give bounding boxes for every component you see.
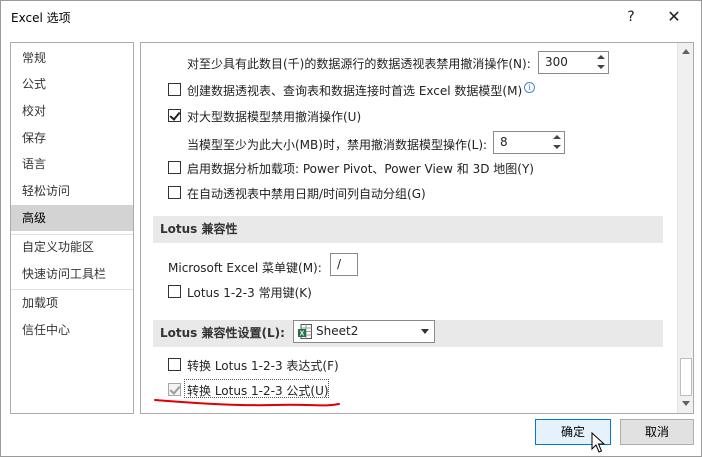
nav-item-addins[interactable]: 加载项 <box>11 290 133 316</box>
undo-rows-spinner[interactable]: 300 <box>538 51 609 74</box>
create-model-checkbox[interactable] <box>168 83 181 96</box>
options-nav: 常规 公式 校对 保存 语言 轻松访问 高级 自定义功能区 快速访问工具栏 加载… <box>10 42 134 414</box>
svg-text:X: X <box>300 331 305 338</box>
disable-undo-large-checkbox[interactable] <box>168 109 181 122</box>
undo-rows-value: 300 <box>545 55 568 69</box>
nav-keys-checkbox[interactable] <box>168 285 181 298</box>
nav-item-customize-ribbon[interactable]: 自定义功能区 <box>11 234 133 260</box>
close-button[interactable]: ✕ <box>661 5 687 29</box>
nav-item-advanced[interactable]: 高级 <box>11 205 133 231</box>
scroll-down-icon[interactable] <box>682 401 690 406</box>
sheet-select-value: Sheet2 <box>316 324 359 338</box>
nav-item-save[interactable]: 保存 <box>11 125 133 151</box>
excel-sheet-icon: X <box>298 324 312 339</box>
spinner-up-icon[interactable] <box>597 55 605 59</box>
cancel-button[interactable]: 取消 <box>620 419 694 445</box>
vertical-scrollbar[interactable] <box>677 43 693 413</box>
nav-keys-label: Lotus 1-2-3 常用键(K) <box>187 286 312 300</box>
sheet-select[interactable]: X Sheet2 <box>293 320 435 343</box>
dialog-title: Excel 选项 <box>11 11 71 25</box>
nav-item-general[interactable]: 常规 <box>11 45 133 71</box>
info-icon: i <box>524 82 535 93</box>
nav-item-trust-center[interactable]: 信任中心 <box>11 317 133 343</box>
spinner-up-icon[interactable] <box>553 135 561 139</box>
model-size-label: 当模型至少为此大小(MB)时，禁用撤消数据模型操作(L): <box>187 138 488 152</box>
disable-autogroup-checkbox[interactable] <box>168 186 181 199</box>
nav-item-accessibility[interactable]: 轻松访问 <box>11 178 133 204</box>
model-size-spinner[interactable]: 8 <box>493 131 565 154</box>
red-annotation-underline <box>154 399 340 407</box>
lotus-settings-label: Lotus 兼容性设置(L): <box>160 326 285 340</box>
advanced-options-panel: 对至少具有此数目(千)的数据源行的数据透视表禁用撤消操作(N): 300 创建数… <box>140 42 694 414</box>
spinner-down-icon[interactable] <box>553 145 561 149</box>
scroll-up-icon[interactable] <box>682 49 690 54</box>
disable-undo-large-label: 对大型数据模型禁用撤消操作(U) <box>187 110 362 124</box>
create-model-label: 创建数据透视表、查询表和数据连接时首选 Excel 数据模型(M) <box>187 84 523 98</box>
chevron-down-icon[interactable] <box>421 329 429 334</box>
excel-options-dialog: Excel 选项 ? ✕ 常规 公式 校对 保存 语言 轻松访问 高级 自定义功… <box>0 0 702 457</box>
disable-autogroup-label: 在自动透视表中禁用日期/时间列自动分组(G) <box>187 187 426 201</box>
enable-addins-label: 启用数据分析加载项: Power Pivot、Power View 和 3D 地… <box>187 162 534 176</box>
menu-key-value: / <box>337 257 342 271</box>
nav-item-proofing[interactable]: 校对 <box>11 98 133 124</box>
transition-expr-label: 转换 Lotus 1-2-3 表达式(F) <box>187 359 339 373</box>
nav-item-formulas[interactable]: 公式 <box>11 71 133 97</box>
spinner-down-icon[interactable] <box>597 65 605 69</box>
help-button[interactable]: ? <box>618 5 644 29</box>
title-bar: Excel 选项 ? ✕ <box>1 1 701 33</box>
transition-expr-checkbox[interactable] <box>168 358 181 371</box>
scrollbar-thumb[interactable] <box>680 358 692 396</box>
enable-addins-checkbox[interactable] <box>168 161 181 174</box>
section-header-lotus-compat: Lotus 兼容性 <box>153 216 663 243</box>
nav-item-quick-access-toolbar[interactable]: 快速访问工具栏 <box>11 261 133 287</box>
spinner-arrows[interactable] <box>595 52 608 73</box>
nav-item-language[interactable]: 语言 <box>11 151 133 177</box>
undo-rows-label: 对至少具有此数目(千)的数据源行的数据透视表禁用撤消操作(N): <box>187 57 531 71</box>
model-size-value: 8 <box>500 135 508 149</box>
spinner-arrows[interactable] <box>551 132 564 153</box>
menu-key-label: Microsoft Excel 菜单键(M): <box>168 261 322 275</box>
mouse-pointer-icon <box>591 432 605 453</box>
menu-key-input[interactable]: / <box>330 253 358 276</box>
